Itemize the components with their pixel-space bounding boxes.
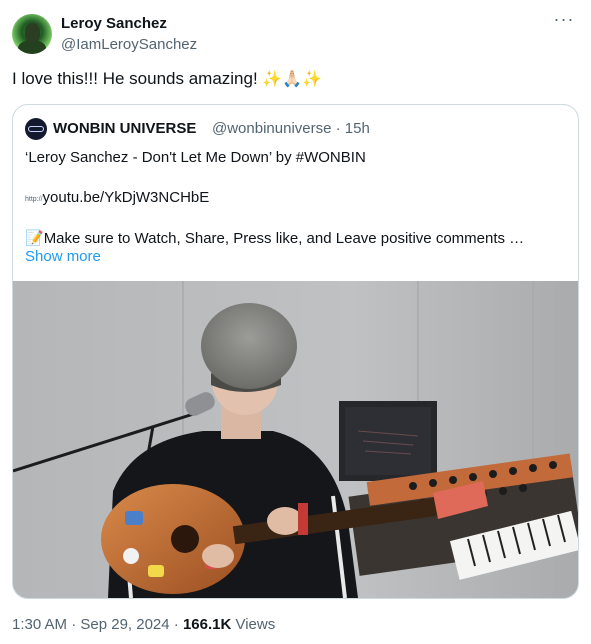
views-count: 166.1K [182, 616, 232, 633]
show-more-link[interactable]: Show more [25, 248, 101, 265]
quoted-author-handle-time: @wonbinuniverse · 15h [212, 120, 370, 137]
avatar-face [25, 23, 40, 43]
photo-guitarist [13, 281, 578, 598]
quoted-tweet-title: ‘Leroy Sanchez - Don't Let Me Down’ by #… [25, 149, 366, 166]
quoted-tweet-header: WONBIN UNIVERSE @wonbinuniverse · 15h [25, 117, 565, 140]
link-prefix: http:// [25, 196, 43, 203]
more-options-icon[interactable]: ··· [551, 10, 577, 34]
link-text: youtu.be/YkDjW3NCHbE [42, 189, 210, 206]
tweet-text-body: I love this!!! He sounds amazing! [12, 69, 258, 88]
memo-emoji: 📝 [25, 230, 44, 247]
author-avatar[interactable] [12, 14, 52, 54]
tweet-text: I love this!!! He sounds amazing! ✨🙏🏻✨ [12, 69, 322, 89]
quoted-tweet[interactable]: WONBIN UNIVERSE @wonbinuniverse · 15h ‘L… [12, 104, 579, 599]
views-label: Views [231, 616, 276, 633]
quoted-media-image[interactable] [13, 281, 578, 598]
tweet-meta: 1:30 AM · Sep 29, 2024 · 166.1K Views [12, 616, 275, 633]
quoted-tweet-body: 📝Make sure to Watch, Share, Press like, … [25, 229, 524, 247]
quoted-author-avatar [25, 118, 47, 140]
quoted-author-handle: @wonbinuniverse [212, 120, 332, 137]
author-handle[interactable]: @IamLeroySanchez [61, 36, 197, 53]
sparkles-pray-emoji: ✨🙏🏻✨ [262, 71, 323, 88]
wonbin-logo [28, 126, 44, 132]
author-name[interactable]: Leroy Sanchez [61, 15, 167, 32]
tweet-timestamp[interactable]: 1:30 AM · Sep 29, 2024 · [12, 616, 183, 633]
quoted-body-text: Make sure to Watch, Share, Press like, a… [43, 230, 525, 247]
quoted-author-name: WONBIN UNIVERSE [53, 120, 197, 137]
quoted-tweet-link[interactable]: http://youtu.be/YkDjW3NCHbE [25, 189, 209, 206]
quoted-tweet-time: · 15h [335, 120, 370, 137]
tweet-header: Leroy Sanchez @IamLeroySanchez ··· [12, 10, 579, 58]
